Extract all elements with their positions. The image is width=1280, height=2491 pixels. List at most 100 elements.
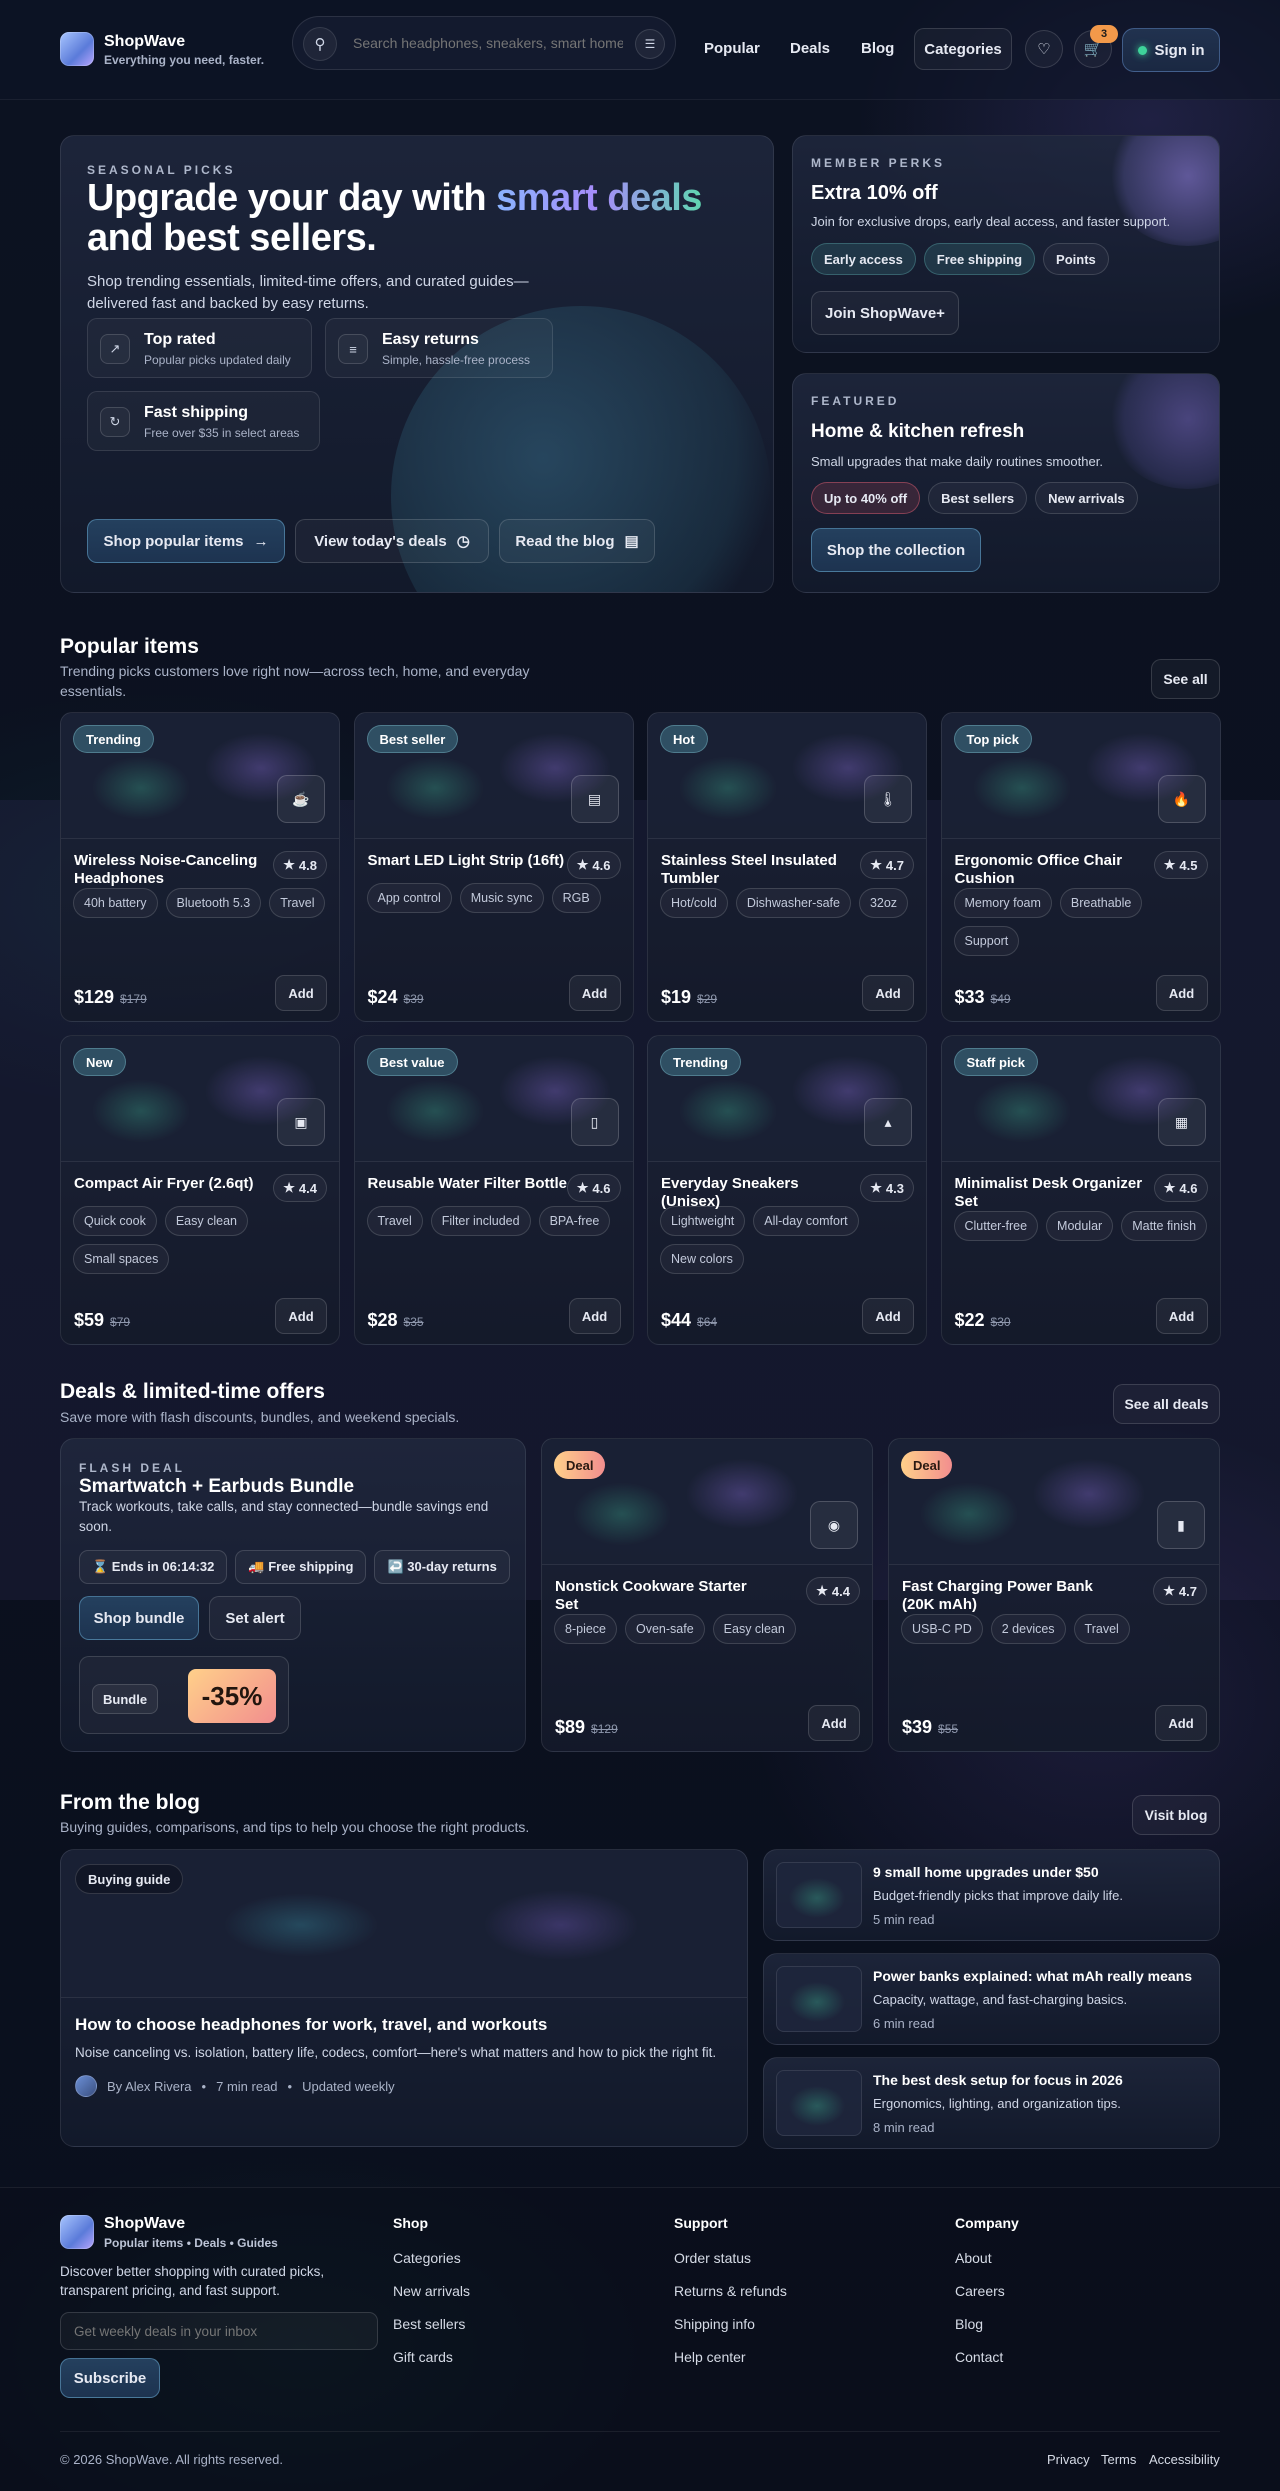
feature-tag: Bluetooth 5.3 bbox=[165, 888, 262, 918]
product-name[interactable]: Smart LED Light Strip (16ft) bbox=[368, 852, 568, 870]
add-to-cart-button[interactable]: Add bbox=[1155, 975, 1208, 1011]
privacy-link[interactable]: Privacy bbox=[1047, 2452, 1090, 2467]
product-name[interactable]: Reusable Water Filter Bottle bbox=[368, 1175, 568, 1193]
product-card[interactable]: Deal ▮ Fast Charging Power Bank (20K mAh) ★… bbox=[888, 1438, 1220, 1752]
pill-up-to-40: Up to 40% off bbox=[811, 482, 921, 514]
see-all-button[interactable]: See all bbox=[1151, 659, 1220, 699]
blog-post-card[interactable]: The best desk setup for focus in 2026 Erg… bbox=[763, 2057, 1220, 2149]
search-input[interactable] bbox=[353, 35, 623, 51]
bag-icon[interactable]: ☕ bbox=[277, 775, 325, 823]
nav-popular[interactable]: Popular bbox=[704, 40, 760, 57]
product-card[interactable]: Top pick 🔥 Ergonomic Office Chair Cushion ★… bbox=[940, 712, 1221, 1022]
subscribe-button[interactable]: Subscribe bbox=[60, 2358, 160, 2398]
organizer-icon[interactable]: ▦ bbox=[1157, 1098, 1206, 1146]
set-alert-button[interactable]: Set alert bbox=[209, 1596, 301, 1640]
star-icon: ★ bbox=[1163, 1180, 1176, 1195]
footer-link[interactable]: Order status bbox=[674, 2250, 751, 2266]
todays-deals-button[interactable]: View today's deals ◷ bbox=[295, 519, 489, 563]
add-to-cart-button[interactable]: Add bbox=[1155, 1705, 1207, 1741]
logo-icon[interactable] bbox=[60, 32, 94, 66]
product-card[interactable]: New ▣ Compact Air Fryer (2.6qt) ★ 4.4 Quick c… bbox=[60, 1035, 340, 1345]
feature-tag: 2 devices bbox=[990, 1614, 1066, 1644]
sign-in-button[interactable]: Sign in bbox=[1122, 28, 1220, 72]
add-to-cart-button[interactable]: Add bbox=[275, 975, 327, 1011]
footer-link[interactable]: About bbox=[955, 2250, 992, 2266]
shop-popular-button[interactable]: Shop popular items → bbox=[87, 519, 285, 563]
add-to-cart-button[interactable]: Add bbox=[1155, 1298, 1208, 1334]
feature-tag: New colors bbox=[660, 1244, 744, 1274]
perks-pills: Early access Free shipping Points bbox=[811, 243, 1109, 275]
filter-icon[interactable]: ☰ bbox=[635, 29, 665, 59]
footer-link[interactable]: Categories bbox=[393, 2250, 461, 2266]
thermo-icon[interactable]: 🌡 bbox=[864, 775, 912, 823]
product-tags: App control Music sync RGB bbox=[366, 883, 623, 913]
footer-link[interactable]: Careers bbox=[955, 2283, 1005, 2299]
blog-post-title[interactable]: The best desk setup for focus in 2026 bbox=[873, 2072, 1123, 2088]
categories-button[interactable]: Categories bbox=[914, 28, 1012, 70]
footer-link[interactable]: New arrivals bbox=[393, 2283, 470, 2299]
star-icon: ★ bbox=[576, 857, 589, 872]
footer-link[interactable]: Help center bbox=[674, 2349, 746, 2365]
nav-deals[interactable]: Deals bbox=[790, 40, 830, 57]
flame-icon[interactable]: 🔥 bbox=[1157, 775, 1206, 823]
product-name[interactable]: Nonstick Cookware Starter Set bbox=[555, 1578, 755, 1614]
product-card[interactable]: Trending ☕ Wireless Noise-Canceling Headph… bbox=[60, 712, 340, 1022]
footer-link[interactable]: Shipping info bbox=[674, 2316, 755, 2332]
blog-post-title[interactable]: 9 small home upgrades under $50 bbox=[873, 1864, 1099, 1880]
add-to-cart-button[interactable]: Add bbox=[275, 1298, 327, 1334]
footer-link[interactable]: Contact bbox=[955, 2349, 1003, 2365]
brand-name[interactable]: ShopWave bbox=[104, 33, 185, 51]
footer-link[interactable]: Blog bbox=[955, 2316, 983, 2332]
blog-main-card[interactable]: Buying guide How to choose headphones fo… bbox=[60, 1849, 748, 2147]
add-to-cart-button[interactable]: Add bbox=[568, 975, 621, 1011]
pan-icon[interactable]: ◉ bbox=[810, 1501, 858, 1549]
product-card[interactable]: Best value ▯ Reusable Water Filter Bottle ★… bbox=[353, 1035, 634, 1345]
shoe-icon[interactable]: ▴ bbox=[864, 1098, 912, 1146]
blog-post-title[interactable]: Power banks explained: what mAh really m… bbox=[873, 1968, 1192, 1984]
terms-link[interactable]: Terms bbox=[1101, 2452, 1136, 2467]
read-blog-button[interactable]: Read the blog ▤ bbox=[499, 519, 655, 563]
nav-blog[interactable]: Blog bbox=[861, 40, 894, 57]
heart-icon[interactable]: ♡ bbox=[1025, 30, 1063, 68]
product-card[interactable]: Best seller ▤ Smart LED Light Strip (16ft)… bbox=[353, 712, 634, 1022]
accessibility-link[interactable]: Accessibility bbox=[1149, 2452, 1220, 2467]
product-card[interactable]: Hot 🌡 Stainless Steel Insulated Tumbler ★ 4.… bbox=[647, 712, 927, 1022]
join-shopwave-button[interactable]: Join ShopWave+ bbox=[811, 291, 959, 335]
star-icon: ★ bbox=[1163, 1583, 1175, 1598]
product-card[interactable]: Trending ▴ Everyday Sneakers (Unisex) ★ 4.3 L… bbox=[647, 1035, 927, 1345]
feature-tag: USB-C PD bbox=[901, 1614, 983, 1644]
see-all-deals-button[interactable]: See all deals bbox=[1113, 1384, 1220, 1424]
shop-bundle-button[interactable]: Shop bundle bbox=[79, 1596, 199, 1640]
product-price: $89 $129 bbox=[555, 1717, 618, 1737]
add-to-cart-button[interactable]: Add bbox=[568, 1298, 621, 1334]
battery-icon[interactable]: ▮ bbox=[1157, 1501, 1205, 1549]
footer-link[interactable]: Gift cards bbox=[393, 2349, 453, 2365]
search-icon[interactable]: ⚲ bbox=[303, 27, 337, 61]
add-to-cart-button[interactable]: Add bbox=[862, 1298, 914, 1334]
blog-post-card[interactable]: Power banks explained: what mAh really m… bbox=[763, 1953, 1220, 2045]
footer-logo-icon[interactable] bbox=[60, 2215, 94, 2249]
visit-blog-button[interactable]: Visit blog bbox=[1132, 1795, 1220, 1835]
blog-main-title[interactable]: How to choose headphones for work, trave… bbox=[75, 2015, 547, 2035]
product-name[interactable]: Stainless Steel Insulated Tumbler bbox=[661, 852, 861, 888]
product-name[interactable]: Compact Air Fryer (2.6qt) bbox=[74, 1175, 274, 1193]
feature-tag: App control bbox=[366, 883, 452, 913]
shop-collection-button[interactable]: Shop the collection bbox=[811, 528, 981, 572]
product-name[interactable]: Wireless Noise-Canceling Headphones bbox=[74, 852, 274, 888]
product-card[interactable]: Staff pick ▦ Minimalist Desk Organizer Set… bbox=[940, 1035, 1221, 1345]
flash-deal-card: FLASH DEAL Smartwatch + Earbuds Bundle T… bbox=[60, 1438, 526, 1752]
blog-meta: By Alex Rivera • 7 min read • Updated week… bbox=[75, 2075, 395, 2097]
product-name[interactable]: Minimalist Desk Organizer Set bbox=[955, 1175, 1155, 1211]
product-name[interactable]: Ergonomic Office Chair Cushion bbox=[955, 852, 1155, 888]
newsletter-email-input[interactable] bbox=[60, 2312, 378, 2350]
product-name[interactable]: Fast Charging Power Bank (20K mAh) bbox=[902, 1578, 1102, 1614]
footer-link[interactable]: Returns & refunds bbox=[674, 2283, 787, 2299]
fryer-icon[interactable]: ▣ bbox=[277, 1098, 325, 1146]
add-to-cart-button[interactable]: Add bbox=[862, 975, 914, 1011]
footer-link[interactable]: Best sellers bbox=[393, 2316, 465, 2332]
display-icon[interactable]: ▤ bbox=[570, 775, 619, 823]
product-card[interactable]: Deal ◉ Nonstick Cookware Starter Set ★ 4.4 8-… bbox=[541, 1438, 873, 1752]
add-to-cart-button[interactable]: Add bbox=[808, 1705, 860, 1741]
bottle-icon[interactable]: ▯ bbox=[570, 1098, 619, 1146]
blog-post-card[interactable]: 9 small home upgrades under $50 Budget-fr… bbox=[763, 1849, 1220, 1941]
